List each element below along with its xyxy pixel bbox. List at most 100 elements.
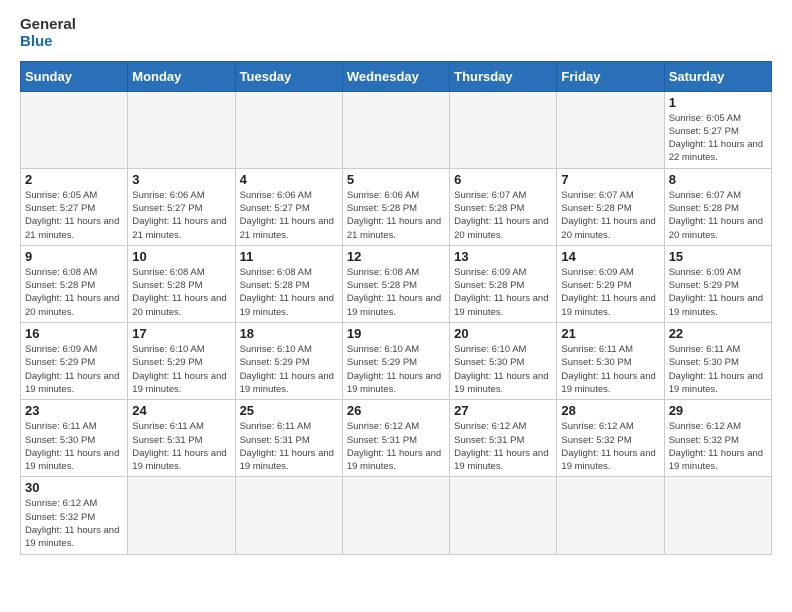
logo-general: General — [20, 16, 76, 33]
day-info: Sunrise: 6:11 AM Sunset: 5:31 PM Dayligh… — [240, 420, 338, 473]
calendar-cell: 28 Sunrise: 6:12 AM Sunset: 5:32 PM Dayli… — [557, 400, 664, 477]
day-number: 20 — [454, 326, 552, 341]
calendar-cell: 8Sunrise: 6:07 AM Sunset: 5:28 PM Daylig… — [664, 168, 771, 245]
day-number: 26 — [347, 403, 445, 418]
day-number: 1 — [669, 95, 767, 110]
header: General Blue — [20, 16, 772, 51]
day-info: Sunrise: 6:12 AM Sunset: 5:31 PM Dayligh… — [454, 420, 552, 473]
calendar-cell — [21, 91, 128, 168]
day-number: 3 — [132, 172, 230, 187]
day-number: 7 — [561, 172, 659, 187]
day-info: Sunrise: 6:08 AM Sunset: 5:28 PM Dayligh… — [25, 266, 123, 319]
header-day-thursday: Thursday — [450, 61, 557, 91]
logo-blue: Blue — [20, 33, 76, 50]
day-info: Sunrise: 6:09 AM Sunset: 5:29 PM Dayligh… — [669, 266, 767, 319]
day-info: Sunrise: 6:10 AM Sunset: 5:29 PM Dayligh… — [347, 343, 445, 396]
calendar-cell: 11 Sunrise: 6:08 AM Sunset: 5:28 PM Dayli… — [235, 245, 342, 322]
calendar-cell: 12 Sunrise: 6:08 AM Sunset: 5:28 PM Dayli… — [342, 245, 449, 322]
day-number: 19 — [347, 326, 445, 341]
day-number: 6 — [454, 172, 552, 187]
calendar-cell — [557, 477, 664, 554]
calendar-cell: 30Sunrise: 6:12 AM Sunset: 5:32 PM Dayli… — [21, 477, 128, 554]
calendar-cell — [450, 91, 557, 168]
day-info: Sunrise: 6:11 AM Sunset: 5:30 PM Dayligh… — [25, 420, 123, 473]
day-info: Sunrise: 6:08 AM Sunset: 5:28 PM Dayligh… — [132, 266, 230, 319]
day-info: Sunrise: 6:06 AM Sunset: 5:27 PM Dayligh… — [132, 189, 230, 242]
day-number: 12 — [347, 249, 445, 264]
day-info: Sunrise: 6:11 AM Sunset: 5:30 PM Dayligh… — [561, 343, 659, 396]
day-number: 28 — [561, 403, 659, 418]
calendar-week-4: 16Sunrise: 6:09 AM Sunset: 5:29 PM Dayli… — [21, 323, 772, 400]
header-day-saturday: Saturday — [664, 61, 771, 91]
calendar-cell: 24 Sunrise: 6:11 AM Sunset: 5:31 PM Dayli… — [128, 400, 235, 477]
day-info: Sunrise: 6:09 AM Sunset: 5:29 PM Dayligh… — [561, 266, 659, 319]
calendar-cell: 9 Sunrise: 6:08 AM Sunset: 5:28 PM Daylig… — [21, 245, 128, 322]
day-info: Sunrise: 6:06 AM Sunset: 5:27 PM Dayligh… — [240, 189, 338, 242]
day-info: Sunrise: 6:08 AM Sunset: 5:28 PM Dayligh… — [240, 266, 338, 319]
calendar-cell: 6 Sunrise: 6:07 AM Sunset: 5:28 PM Daylig… — [450, 168, 557, 245]
day-number: 15 — [669, 249, 767, 264]
logo: General Blue — [20, 16, 76, 51]
day-number: 27 — [454, 403, 552, 418]
calendar-cell: 5Sunrise: 6:06 AM Sunset: 5:28 PM Daylig… — [342, 168, 449, 245]
day-info: Sunrise: 6:11 AM Sunset: 5:31 PM Dayligh… — [132, 420, 230, 473]
day-info: Sunrise: 6:10 AM Sunset: 5:29 PM Dayligh… — [240, 343, 338, 396]
day-number: 2 — [25, 172, 123, 187]
calendar-cell — [235, 477, 342, 554]
header-day-wednesday: Wednesday — [342, 61, 449, 91]
day-number: 9 — [25, 249, 123, 264]
header-day-friday: Friday — [557, 61, 664, 91]
day-info: Sunrise: 6:12 AM Sunset: 5:32 PM Dayligh… — [669, 420, 767, 473]
day-number: 24 — [132, 403, 230, 418]
day-info: Sunrise: 6:10 AM Sunset: 5:29 PM Dayligh… — [132, 343, 230, 396]
day-number: 10 — [132, 249, 230, 264]
calendar-cell: 17Sunrise: 6:10 AM Sunset: 5:29 PM Dayli… — [128, 323, 235, 400]
page-container: General Blue SundayMondayTuesdayWednesda… — [20, 16, 772, 555]
day-number: 11 — [240, 249, 338, 264]
calendar-cell — [128, 477, 235, 554]
calendar-cell — [235, 91, 342, 168]
day-info: Sunrise: 6:08 AM Sunset: 5:28 PM Dayligh… — [347, 266, 445, 319]
calendar-cell: 14 Sunrise: 6:09 AM Sunset: 5:29 PM Dayli… — [557, 245, 664, 322]
day-number: 21 — [561, 326, 659, 341]
calendar-cell: 23 Sunrise: 6:11 AM Sunset: 5:30 PM Dayli… — [21, 400, 128, 477]
calendar-week-2: 2 Sunrise: 6:05 AM Sunset: 5:27 PM Daylig… — [21, 168, 772, 245]
calendar-cell: 29Sunrise: 6:12 AM Sunset: 5:32 PM Dayli… — [664, 400, 771, 477]
calendar-header-row: SundayMondayTuesdayWednesdayThursdayFrid… — [21, 61, 772, 91]
day-number: 18 — [240, 326, 338, 341]
calendar-cell: 4 Sunrise: 6:06 AM Sunset: 5:27 PM Daylig… — [235, 168, 342, 245]
calendar-week-3: 9 Sunrise: 6:08 AM Sunset: 5:28 PM Daylig… — [21, 245, 772, 322]
calendar-cell: 26 Sunrise: 6:12 AM Sunset: 5:31 PM Dayli… — [342, 400, 449, 477]
calendar-table: SundayMondayTuesdayWednesdayThursdayFrid… — [20, 61, 772, 555]
calendar-cell: 27 Sunrise: 6:12 AM Sunset: 5:31 PM Dayli… — [450, 400, 557, 477]
day-info: Sunrise: 6:12 AM Sunset: 5:32 PM Dayligh… — [561, 420, 659, 473]
calendar-cell: 10 Sunrise: 6:08 AM Sunset: 5:28 PM Dayli… — [128, 245, 235, 322]
calendar-cell: 2 Sunrise: 6:05 AM Sunset: 5:27 PM Daylig… — [21, 168, 128, 245]
calendar-cell: 15 Sunrise: 6:09 AM Sunset: 5:29 PM Dayli… — [664, 245, 771, 322]
calendar-week-6: 30Sunrise: 6:12 AM Sunset: 5:32 PM Dayli… — [21, 477, 772, 554]
calendar-cell — [342, 91, 449, 168]
calendar-cell — [128, 91, 235, 168]
calendar-cell — [342, 477, 449, 554]
day-number: 4 — [240, 172, 338, 187]
calendar-cell: 20Sunrise: 6:10 AM Sunset: 5:30 PM Dayli… — [450, 323, 557, 400]
day-number: 8 — [669, 172, 767, 187]
calendar-cell: 22Sunrise: 6:11 AM Sunset: 5:30 PM Dayli… — [664, 323, 771, 400]
day-info: Sunrise: 6:09 AM Sunset: 5:28 PM Dayligh… — [454, 266, 552, 319]
day-number: 16 — [25, 326, 123, 341]
day-number: 13 — [454, 249, 552, 264]
day-number: 23 — [25, 403, 123, 418]
header-day-tuesday: Tuesday — [235, 61, 342, 91]
header-day-sunday: Sunday — [21, 61, 128, 91]
day-info: Sunrise: 6:07 AM Sunset: 5:28 PM Dayligh… — [454, 189, 552, 242]
day-info: Sunrise: 6:07 AM Sunset: 5:28 PM Dayligh… — [561, 189, 659, 242]
calendar-cell: 19 Sunrise: 6:10 AM Sunset: 5:29 PM Dayli… — [342, 323, 449, 400]
day-number: 14 — [561, 249, 659, 264]
day-info: Sunrise: 6:12 AM Sunset: 5:31 PM Dayligh… — [347, 420, 445, 473]
day-info: Sunrise: 6:11 AM Sunset: 5:30 PM Dayligh… — [669, 343, 767, 396]
day-info: Sunrise: 6:05 AM Sunset: 5:27 PM Dayligh… — [669, 112, 767, 165]
day-info: Sunrise: 6:05 AM Sunset: 5:27 PM Dayligh… — [25, 189, 123, 242]
calendar-cell: 3 Sunrise: 6:06 AM Sunset: 5:27 PM Daylig… — [128, 168, 235, 245]
day-number: 30 — [25, 480, 123, 495]
calendar-week-1: 1 Sunrise: 6:05 AM Sunset: 5:27 PM Daylig… — [21, 91, 772, 168]
